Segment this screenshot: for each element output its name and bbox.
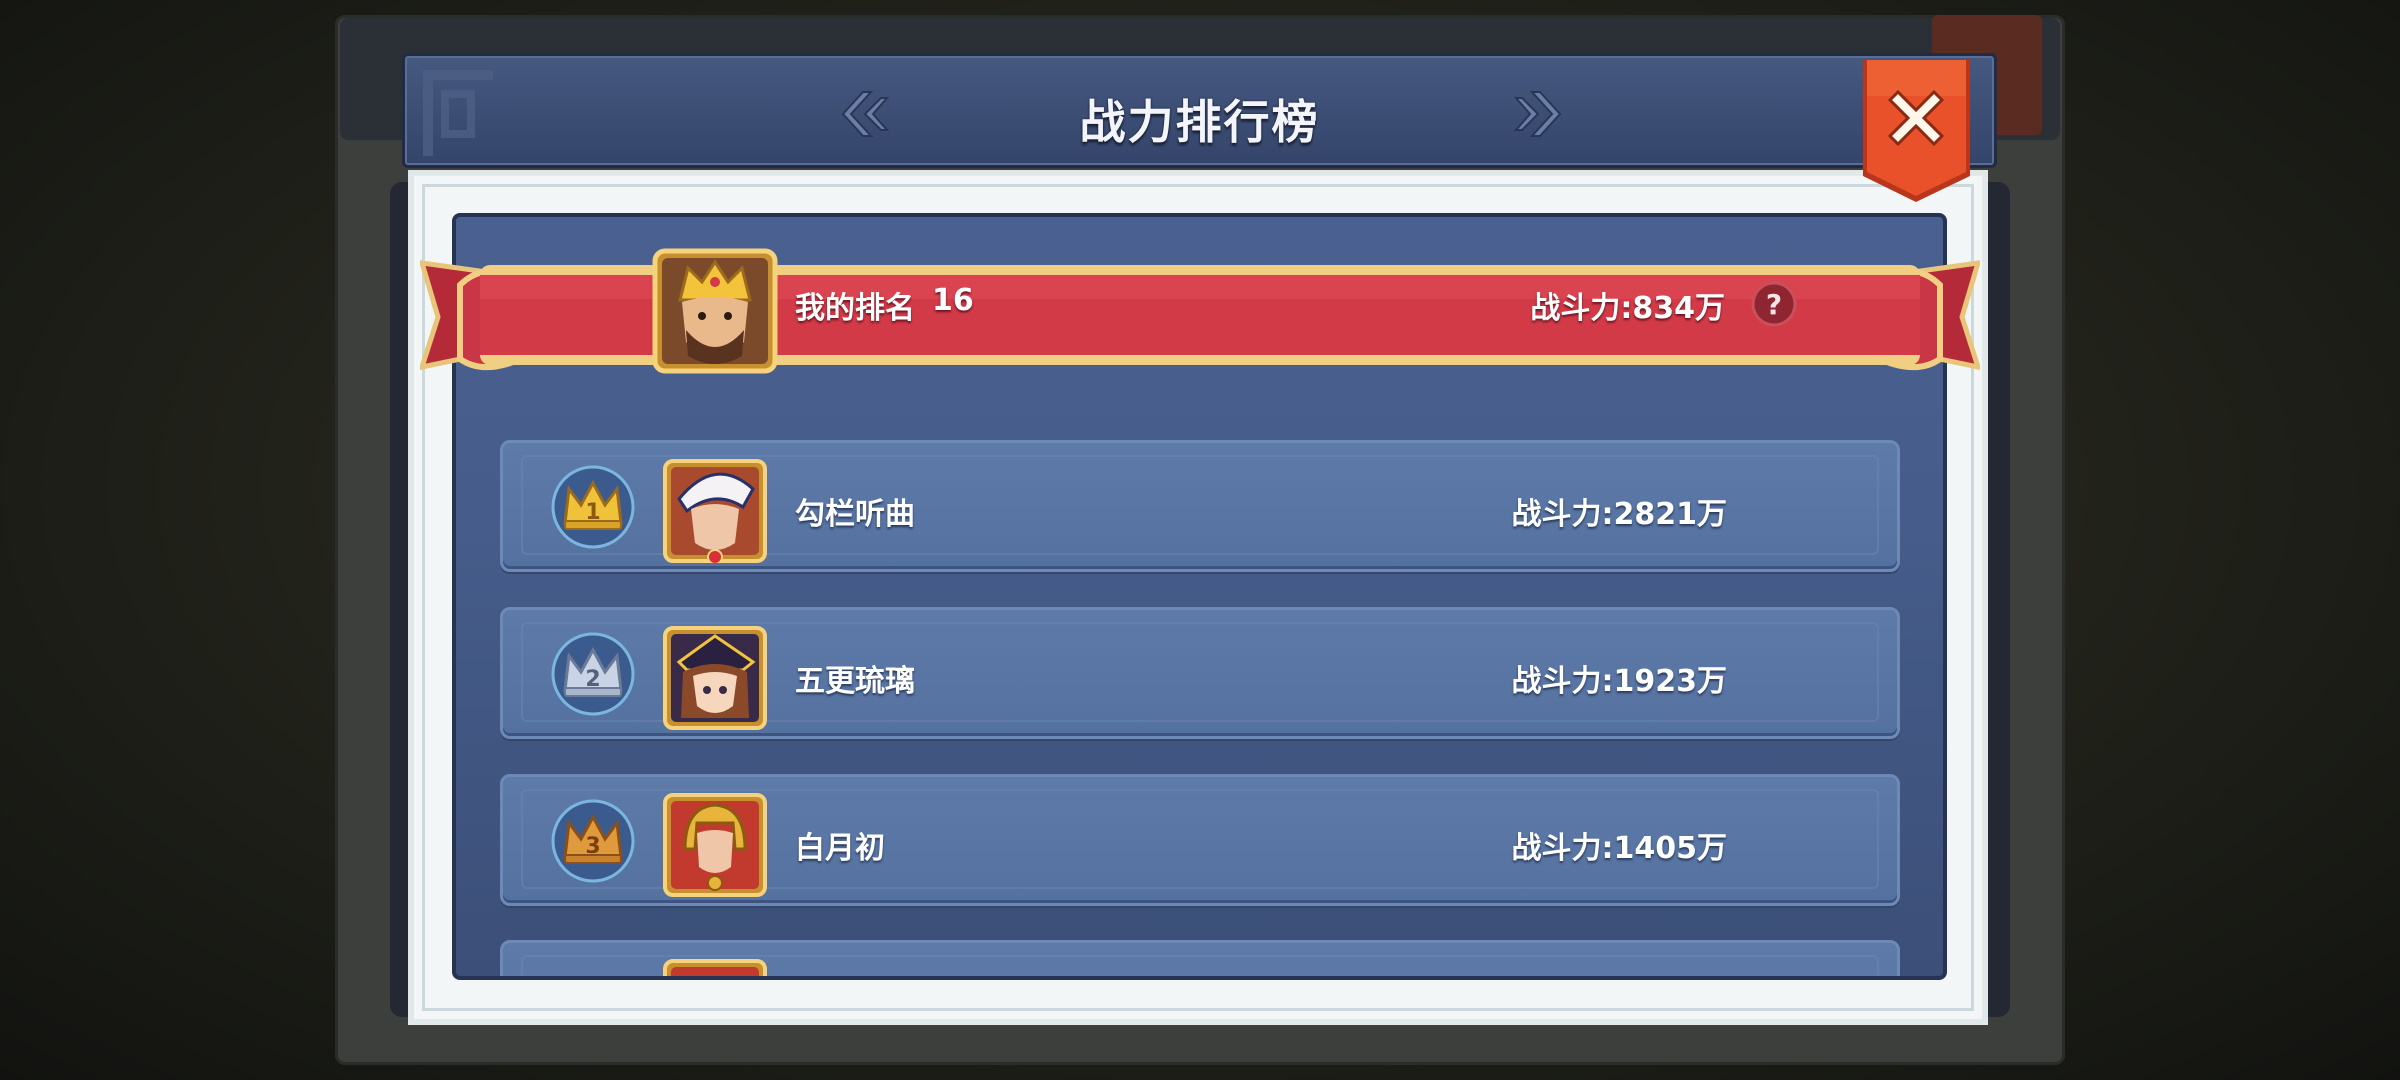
leaderboard-row-3[interactable]: 3 白月初 战斗力:1405万 (500, 774, 1900, 906)
player-name: 白月初 (795, 831, 885, 866)
page-title: 战力排行榜 (1079, 95, 1320, 149)
rank-2-crown-icon: 2 (551, 632, 635, 716)
player-name: 勾栏听曲 (795, 497, 915, 532)
leaderboard-row-4[interactable] (500, 940, 1900, 976)
player-avatar[interactable] (663, 459, 767, 563)
player-power: 战斗力:2821万 (1512, 489, 1728, 533)
question-mark-icon[interactable]: ? (1751, 281, 1797, 327)
my-rank-label: 我的排名 (795, 291, 915, 326)
power-label: 战斗力: (1511, 497, 1614, 532)
rank-number: 3 (585, 834, 600, 859)
my-power-value: 834万 (1632, 291, 1725, 326)
close-button[interactable] (1859, 56, 1974, 206)
rank-number: 2 (585, 667, 600, 692)
power-value: 1923万 (1613, 664, 1728, 699)
svg-text:?: ? (1766, 288, 1782, 321)
list-clip (456, 930, 1943, 976)
player-avatar[interactable] (663, 793, 767, 897)
rank-number: 1 (585, 500, 600, 525)
power-label: 战斗力: (1511, 831, 1614, 866)
double-chevron-right-icon[interactable] (1510, 86, 1570, 142)
power-value: 1405万 (1613, 831, 1728, 866)
rank-3-crown-icon: 3 (551, 799, 635, 883)
leaderboard-row-1[interactable]: 1 勾栏听曲 战斗力:2821万 (500, 440, 1900, 572)
player-avatar[interactable] (663, 959, 767, 976)
leaderboard-header: 战力排行榜 (402, 53, 1997, 168)
power-value: 2821万 (1613, 497, 1728, 532)
player-power: 战斗力:1405万 (1512, 823, 1728, 867)
player-name: 五更琉璃 (795, 664, 915, 699)
leaderboard-row-2[interactable]: 2 五更琉璃 战斗力:1923万 (500, 607, 1900, 739)
my-rank-value: 16 (932, 283, 974, 318)
my-avatar[interactable] (652, 248, 778, 374)
my-power-label: 战斗力: (1530, 291, 1633, 326)
rank-1-crown-icon: 1 (551, 465, 635, 549)
player-power: 战斗力:1923万 (1512, 656, 1728, 700)
player-avatar[interactable] (663, 626, 767, 730)
my-power: 战斗力:834万 (1530, 283, 1725, 327)
power-label: 战斗力: (1511, 664, 1614, 699)
